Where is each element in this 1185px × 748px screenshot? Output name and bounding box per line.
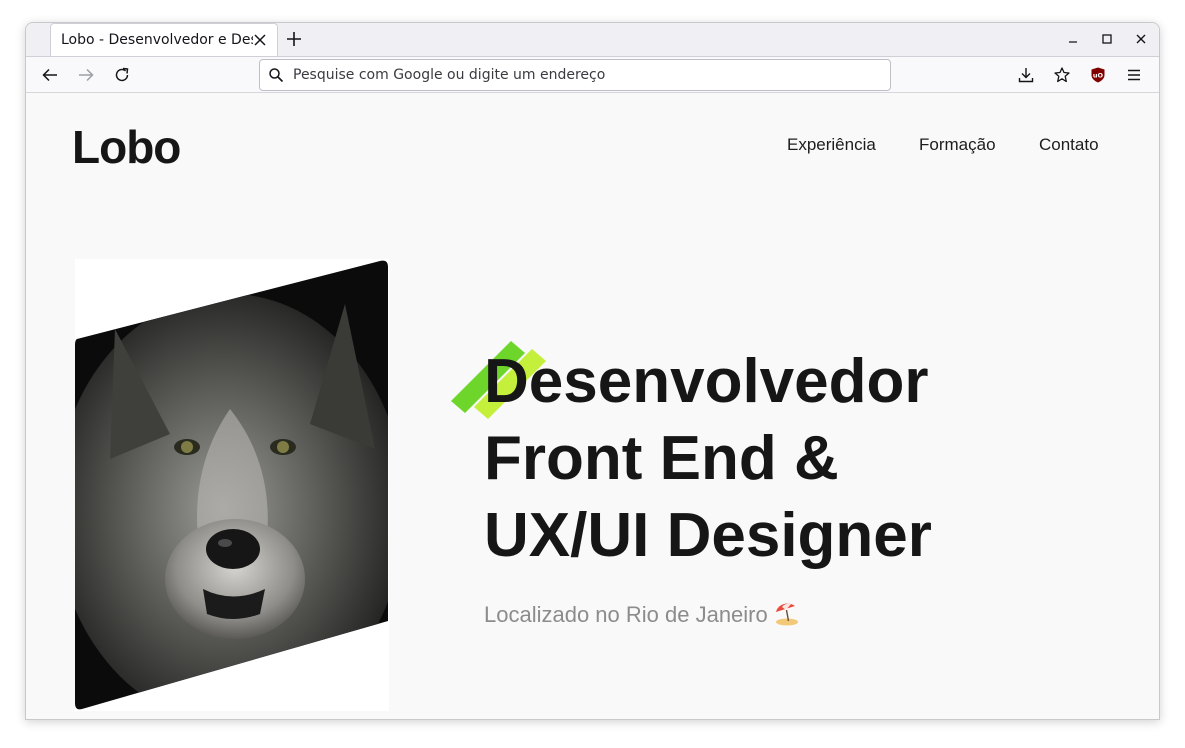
minimize-icon[interactable] [1065,31,1081,47]
svg-text:uO: uO [1093,72,1104,80]
web-page: Lobo Experiência Formação Contato Desenv… [26,93,1159,719]
back-arrow-icon[interactable] [41,66,59,84]
tab-strip: Lobo - Desenvolvedor e Designer [26,23,1159,56]
navigation-toolbar: uO [26,56,1159,93]
reload-icon[interactable] [113,66,131,84]
location-label: Localizado no Rio de Janeiro [484,602,768,627]
wolf-portrait-image [75,259,389,711]
ublock-shield-icon[interactable]: uO [1089,66,1107,84]
window-close-icon[interactable] [1133,31,1149,47]
nav-link-experiencia[interactable]: Experiência [787,135,876,155]
plus-icon[interactable] [285,30,303,48]
maximize-icon[interactable] [1099,31,1115,47]
site-logo[interactable]: Lobo [72,120,181,174]
browser-window: Lobo - Desenvolvedor e Designer [25,22,1160,720]
nav-link-contato[interactable]: Contato [1039,135,1099,155]
close-icon[interactable] [251,31,269,49]
address-bar[interactable] [259,59,891,91]
extensions-icon[interactable] [1053,66,1071,84]
tab-title: Lobo - Desenvolvedor e Designer [61,32,253,48]
nav-link-formacao[interactable]: Formação [919,135,996,155]
headline-line-2: Front End & [484,424,839,493]
menu-icon[interactable] [1125,66,1143,84]
url-input[interactable] [293,60,873,90]
beach-umbrella-icon [775,603,798,626]
location-text: Localizado no Rio de Janeiro [484,600,800,628]
search-icon [269,68,284,83]
headline-line-3: UX/UI Designer [484,501,932,570]
forward-arrow-icon[interactable] [77,66,95,84]
download-icon[interactable] [1017,66,1035,84]
headline-line-1: Desenvolvedor [484,347,929,416]
active-tab[interactable]: Lobo - Desenvolvedor e Designer [50,23,278,56]
hero-headline: Desenvolvedor Front End & UX/UI Designer [484,343,1084,574]
